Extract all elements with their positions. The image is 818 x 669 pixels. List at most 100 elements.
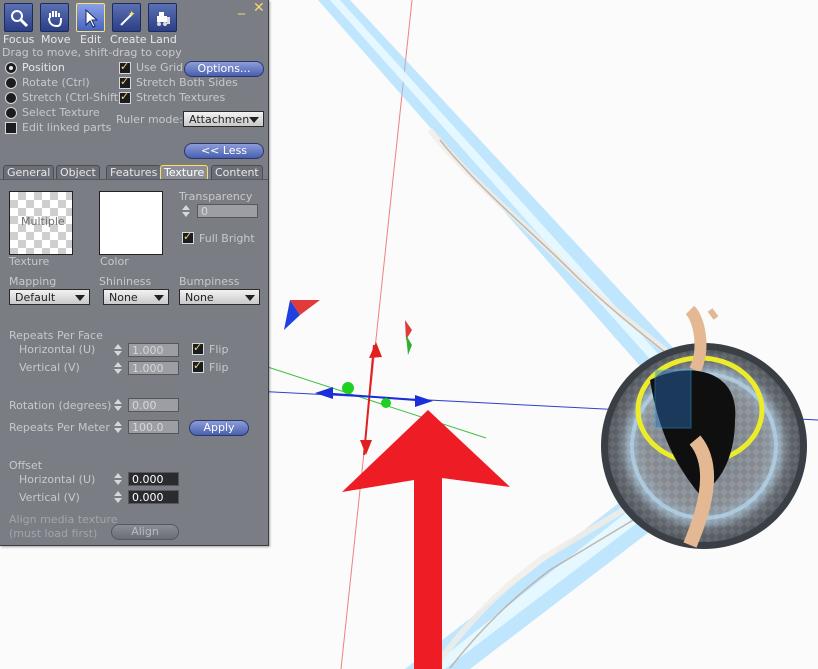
guide-line-red xyxy=(340,0,413,669)
repeat-vertical-spinner[interactable] xyxy=(112,361,125,375)
tab-texture[interactable]: Texture xyxy=(160,165,209,180)
focus-label: Focus xyxy=(3,33,35,46)
use-grid-checkbox[interactable] xyxy=(119,60,131,74)
tab-divider xyxy=(0,179,268,180)
repeat-vertical-input[interactable]: 1.000 xyxy=(128,361,179,375)
tab-features[interactable]: Features xyxy=(106,165,162,180)
hand-icon xyxy=(47,10,62,27)
drag-hint: Drag to move, shift-drag to copy xyxy=(2,46,182,59)
minimize-icon[interactable]: _ xyxy=(238,0,245,14)
mapping-label: Mapping xyxy=(9,275,57,288)
flip-horizontal-label: Flip xyxy=(209,343,229,356)
shininess-dropdown[interactable]: None xyxy=(103,289,169,305)
chevron-down-icon xyxy=(154,295,164,301)
texture-label: Texture xyxy=(9,255,50,268)
close-icon[interactable]: ✕ xyxy=(253,1,265,15)
stretch-radio[interactable] xyxy=(5,92,17,104)
repeats-per-meter-input[interactable]: 100.0 xyxy=(128,420,179,434)
ruler-mode-label: Ruler mode: xyxy=(116,113,183,126)
land-label: Land xyxy=(150,33,177,46)
transparency-label: Transparency xyxy=(179,190,253,203)
color-label: Color xyxy=(100,255,129,268)
cursor-icon xyxy=(85,8,98,28)
stretch-label: Stretch (Ctrl-Shift) xyxy=(22,91,123,104)
less-button[interactable]: << Less xyxy=(184,143,264,159)
select-texture-radio[interactable] xyxy=(5,107,17,119)
repeat-horizontal-input[interactable]: 1.000 xyxy=(128,343,179,357)
svg-text:✦: ✦ xyxy=(128,10,136,20)
tab-general[interactable]: General xyxy=(3,165,55,180)
apply-button[interactable]: Apply xyxy=(189,420,249,436)
swatch-overlay-text: Multiple xyxy=(21,215,65,228)
shininess-label: Shininess xyxy=(99,275,152,288)
options-button[interactable]: Options... xyxy=(184,61,264,77)
tab-object[interactable]: Object xyxy=(56,165,100,180)
rotation-spinner[interactable] xyxy=(112,398,125,412)
repeats-per-meter-spinner[interactable] xyxy=(112,420,125,434)
offset-vertical-spinner[interactable] xyxy=(112,490,125,504)
mapping-value: Default xyxy=(15,291,56,304)
chevron-down-icon xyxy=(245,295,255,301)
color-swatch[interactable] xyxy=(99,191,163,255)
chevron-down-icon xyxy=(249,117,259,123)
stretch-both-label: Stretch Both Sides xyxy=(136,76,238,89)
bulldozer-icon xyxy=(156,11,170,26)
edit-linked-label: Edit linked parts xyxy=(22,121,112,134)
land-tool-button[interactable] xyxy=(148,3,177,32)
texture-swatch[interactable]: Multiple xyxy=(9,191,73,255)
move-tool-button[interactable] xyxy=(40,3,69,32)
repeats-per-meter-label: Repeats Per Meter xyxy=(9,421,110,434)
bumpiness-label: Bumpiness xyxy=(179,275,240,288)
flip-horizontal-checkbox[interactable] xyxy=(192,341,204,355)
transparency-input[interactable]: 0 xyxy=(197,204,258,218)
ruler-mode-value: Attachmen xyxy=(189,113,250,126)
move-label: Move xyxy=(41,33,71,46)
floating-prim-2[interactable] xyxy=(405,320,412,355)
wand-icon: ✦ xyxy=(119,10,136,26)
floating-prim-1[interactable] xyxy=(284,300,320,330)
rotate-radio[interactable] xyxy=(5,77,17,89)
repeat-vertical-label: Vertical (V) xyxy=(19,361,80,374)
edit-linked-checkbox[interactable] xyxy=(5,122,17,134)
repeat-horizontal-label: Horizontal (U) xyxy=(19,343,96,356)
tab-content[interactable]: Content xyxy=(211,165,263,180)
full-bright-label: Full Bright xyxy=(199,232,255,245)
magnifier-icon xyxy=(10,9,28,27)
shininess-value: None xyxy=(109,291,138,304)
edit-tool-button[interactable] xyxy=(76,3,105,32)
rotate-label: Rotate (Ctrl) xyxy=(22,76,90,89)
align-note-2: (must load first) xyxy=(9,527,98,540)
offset-vertical-label: Vertical (V) xyxy=(19,491,80,504)
chevron-down-icon xyxy=(75,295,85,301)
offset-horizontal-label: Horizontal (U) xyxy=(19,473,96,486)
bumpiness-value: None xyxy=(185,291,214,304)
bumpiness-dropdown[interactable]: None xyxy=(179,289,260,305)
create-tool-button[interactable]: ✦ xyxy=(112,3,141,32)
flip-vertical-checkbox[interactable] xyxy=(192,359,204,373)
position-label: Position xyxy=(22,61,65,74)
full-bright-checkbox[interactable] xyxy=(182,230,194,244)
edit-label: Edit xyxy=(80,33,102,46)
mapping-dropdown[interactable]: Default xyxy=(9,289,90,305)
ruler-mode-dropdown[interactable]: Attachmen xyxy=(183,111,264,127)
build-panel: ✦ Focus Move Edit Create Land _ ✕ Drag t… xyxy=(0,0,269,546)
flip-vertical-label: Flip xyxy=(209,361,229,374)
offset-horizontal-spinner[interactable] xyxy=(112,472,125,486)
rotation-label: Rotation (degrees) xyxy=(9,399,112,412)
stretch-textures-checkbox[interactable] xyxy=(119,90,131,104)
stretch-both-checkbox[interactable] xyxy=(119,75,131,89)
offset-label: Offset xyxy=(9,459,43,472)
offset-vertical-input[interactable]: 0.000 xyxy=(128,490,179,504)
offset-horizontal-input[interactable]: 0.000 xyxy=(128,472,179,486)
stretch-textures-label: Stretch Textures xyxy=(136,91,226,104)
focus-tool-button[interactable] xyxy=(4,3,33,32)
align-note-1: Align media texture xyxy=(9,513,118,526)
rotation-input[interactable]: 0.00 xyxy=(128,398,179,412)
repeat-horizontal-spinner[interactable] xyxy=(112,343,125,357)
position-radio[interactable] xyxy=(5,62,17,74)
transparency-spinner[interactable] xyxy=(180,204,193,218)
repeats-per-face-label: Repeats Per Face xyxy=(9,329,103,342)
align-button[interactable]: Align xyxy=(111,524,179,540)
create-label: Create xyxy=(110,33,147,46)
use-grid-label: Use Grid xyxy=(136,61,184,74)
